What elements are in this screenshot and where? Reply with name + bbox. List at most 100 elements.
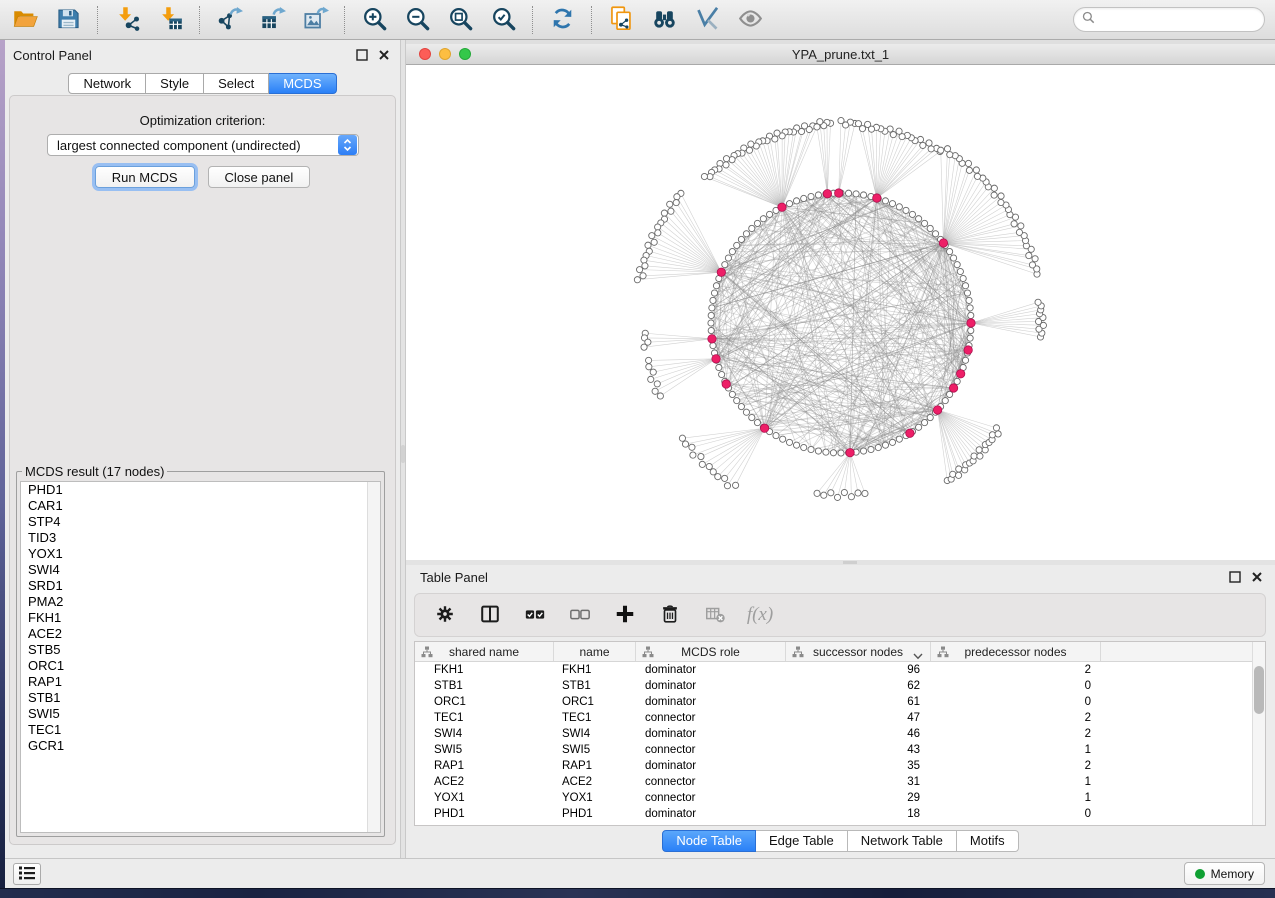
delete-table-button[interactable] [701,601,729,629]
table-row[interactable]: FKH1FKH1dominator962 [415,662,1265,678]
memory-status-icon [1195,869,1205,879]
mcds-result-item[interactable]: SWI4 [21,562,380,578]
refresh-icon [549,5,576,35]
cell-predecessor-nodes: 0 [931,678,1101,694]
export-network-button[interactable] [212,4,246,36]
tab-network[interactable]: Network [68,73,146,94]
table-panel: Table Panel f(x) shared namenameMCDS rol… [406,565,1275,858]
close-panel-button[interactable]: Close panel [208,166,311,188]
table-settings-button[interactable] [431,601,459,629]
mcds-result-title: MCDS result (17 nodes) [22,464,167,479]
table-row[interactable]: ACE2ACE2connector311 [415,774,1265,790]
tab-style[interactable]: Style [146,73,204,94]
control-panel: Control Panel NetworkStyleSelectMCDS Opt… [5,40,400,858]
mcds-result-item[interactable]: SRD1 [21,578,380,594]
tab-select[interactable]: Select [204,73,269,94]
cell-mcds-role: dominator [636,806,786,822]
tab-motifs[interactable]: Motifs [957,830,1019,852]
zoom-selected-button[interactable] [486,4,520,36]
column-label: MCDS role [681,645,740,659]
tab-node-table[interactable]: Node Table [662,830,756,852]
table-row[interactable]: ORC1ORC1dominator610 [415,694,1265,710]
mcds-result-item[interactable]: ACE2 [21,626,380,642]
table-scrollbar[interactable] [1252,642,1265,825]
export-image-button[interactable] [298,4,332,36]
cell-successor-nodes: 43 [786,742,931,758]
splitter-grip[interactable] [401,445,405,463]
mcds-result-item[interactable]: FKH1 [21,610,380,626]
table-row[interactable]: RAP1RAP1dominator352 [415,758,1265,774]
mcds-list-scrollbar[interactable] [367,482,380,832]
float-panel-icon[interactable] [356,48,368,60]
show-graphics-details-button[interactable] [690,4,724,36]
checked-boxes-icon [524,603,546,628]
column-header-mcds-role[interactable]: MCDS role [636,642,786,661]
mcds-result-item[interactable]: SWI5 [21,706,380,722]
column-header-name[interactable]: name [554,642,636,661]
memory-label: Memory [1211,867,1254,881]
cell-successor-nodes: 62 [786,678,931,694]
mcds-result-item[interactable]: YOX1 [21,546,380,562]
column-header-shared-name[interactable]: shared name [415,642,554,661]
select-all-button[interactable] [521,601,549,629]
save-button[interactable] [51,4,85,36]
export-table-button[interactable] [255,4,289,36]
open-file-button[interactable] [8,4,42,36]
cell-shared-name: YOX1 [415,790,554,806]
deselect-all-button[interactable] [566,601,594,629]
mcds-result-item[interactable]: STB5 [21,642,380,658]
run-mcds-button[interactable]: Run MCDS [95,166,195,188]
column-header-predecessor-nodes[interactable]: predecessor nodes [931,642,1101,661]
table-row[interactable]: TEC1TEC1connector472 [415,710,1265,726]
mcds-result-item[interactable]: TID3 [21,530,380,546]
network-canvas[interactable] [406,65,1275,560]
mcds-result-item[interactable]: ORC1 [21,658,380,674]
zoom-out-button[interactable] [400,4,434,36]
mcds-result-item[interactable]: PHD1 [21,482,380,498]
table-row[interactable]: STB1STB1dominator620 [415,678,1265,694]
mcds-result-item[interactable]: RAP1 [21,674,380,690]
search-input[interactable] [1100,13,1256,27]
scrollbar-thumb[interactable] [1254,666,1264,714]
mcds-result-item[interactable]: TEC1 [21,722,380,738]
table-row[interactable]: SWI5SWI5connector431 [415,742,1265,758]
mcds-result-item[interactable]: STB1 [21,690,380,706]
mcds-result-item[interactable]: STP4 [21,514,380,530]
add-column-button[interactable] [611,601,639,629]
memory-button[interactable]: Memory [1184,862,1265,885]
mcds-result-item[interactable]: PMA2 [21,594,380,610]
table-row[interactable]: SWI4SWI4dominator462 [415,726,1265,742]
close-panel-icon[interactable] [1251,570,1263,582]
optimization-criterion-select[interactable]: largest connected component (undirected) [47,134,359,156]
column-layout-button[interactable] [476,601,504,629]
float-panel-icon[interactable] [1229,570,1241,582]
birds-eye-view-button[interactable] [733,4,767,36]
splitter-grip[interactable] [843,561,857,564]
table-toolbar: f(x) [414,593,1266,637]
search-network-button[interactable] [647,4,681,36]
refresh-button[interactable] [545,4,579,36]
close-panel-icon[interactable] [378,48,390,60]
mcds-result-item[interactable]: GCR1 [21,738,380,754]
new-network-from-selection-button[interactable] [604,4,638,36]
cytoscape-app: Control Panel NetworkStyleSelectMCDS Opt… [0,0,1275,898]
tab-mcds[interactable]: MCDS [269,73,336,94]
cell-successor-nodes: 31 [786,774,931,790]
tab-network-table[interactable]: Network Table [848,830,957,852]
export-network-icon [216,5,243,35]
delete-column-button[interactable] [656,601,684,629]
task-history-button[interactable] [13,863,41,885]
toolbar-separator [344,6,345,34]
cell-name: PHD1 [554,806,636,822]
import-table-button[interactable] [153,4,187,36]
mcds-result-item[interactable]: CAR1 [21,498,380,514]
table-row[interactable]: PHD1PHD1dominator180 [415,806,1265,822]
function-builder-button[interactable]: f(x) [746,601,774,629]
column-header-successor-nodes[interactable]: successor nodes [786,642,931,661]
zoom-fit-button[interactable] [443,4,477,36]
table-row[interactable]: YOX1YOX1connector291 [415,790,1265,806]
zoom-in-button[interactable] [357,4,391,36]
import-network-button[interactable] [110,4,144,36]
edges-layer [711,193,971,453]
tab-edge-table[interactable]: Edge Table [756,830,848,852]
